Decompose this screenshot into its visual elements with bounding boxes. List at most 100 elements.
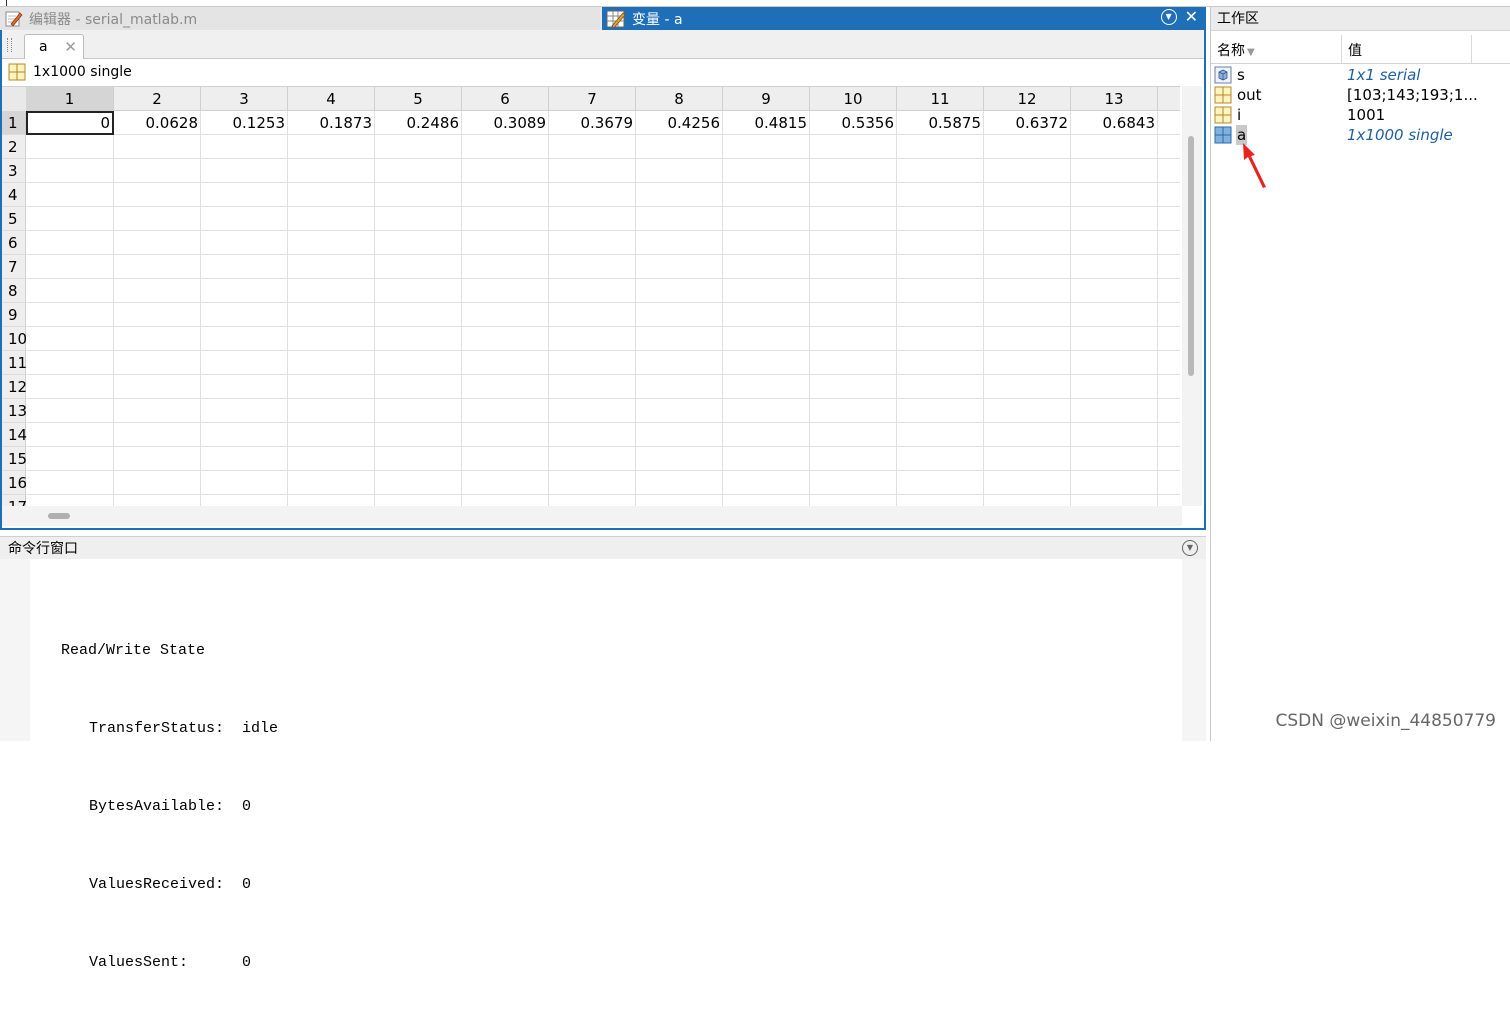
grid-cell[interactable] xyxy=(636,447,723,471)
grid-cell[interactable] xyxy=(636,279,723,303)
grid-cell[interactable] xyxy=(201,303,288,327)
grid-cell[interactable] xyxy=(984,231,1071,255)
grid-cell[interactable] xyxy=(462,231,549,255)
grid-cell[interactable] xyxy=(375,279,462,303)
row-header[interactable]: 2 xyxy=(2,135,26,159)
column-header[interactable]: 6 xyxy=(462,87,549,111)
workspace-row-i[interactable]: i 1001 xyxy=(1211,105,1510,125)
grid-cell[interactable] xyxy=(201,207,288,231)
grid-cell[interactable] xyxy=(288,351,375,375)
grid-cell[interactable] xyxy=(549,183,636,207)
grid-cell[interactable]: 0.2486 xyxy=(375,111,462,135)
grid-cell[interactable] xyxy=(114,351,201,375)
grid-cell[interactable] xyxy=(810,159,897,183)
column-header[interactable]: 4 xyxy=(288,87,375,111)
grid-cell[interactable] xyxy=(288,423,375,447)
grid-cell[interactable] xyxy=(897,135,984,159)
grid-cell[interactable] xyxy=(723,279,810,303)
column-divider[interactable] xyxy=(1471,35,1472,63)
panel-menu-icon[interactable]: ▼ xyxy=(1160,9,1177,25)
column-header[interactable]: 8 xyxy=(636,87,723,111)
grid-cell[interactable] xyxy=(462,375,549,399)
grid-cell[interactable] xyxy=(201,399,288,423)
grid-cell[interactable] xyxy=(984,159,1071,183)
grid-cell[interactable] xyxy=(723,183,810,207)
grid-cell[interactable] xyxy=(810,255,897,279)
grid-cell[interactable] xyxy=(549,327,636,351)
grid-cell[interactable] xyxy=(984,135,1071,159)
grid-cell[interactable] xyxy=(549,447,636,471)
grid-cell[interactable] xyxy=(984,447,1071,471)
grid-cell[interactable] xyxy=(1071,135,1158,159)
grid-cell[interactable] xyxy=(984,303,1071,327)
grid-cell[interactable] xyxy=(1071,327,1158,351)
grid-cell[interactable] xyxy=(549,255,636,279)
close-icon[interactable]: ✕ xyxy=(1185,9,1198,25)
row-header[interactable]: 3 xyxy=(2,159,26,183)
grid-cell[interactable] xyxy=(1158,231,1180,255)
grid-cell[interactable] xyxy=(26,375,114,399)
grid-cell[interactable] xyxy=(723,231,810,255)
grid-cell[interactable] xyxy=(201,159,288,183)
grid-cell[interactable] xyxy=(462,183,549,207)
grid-cell[interactable] xyxy=(810,351,897,375)
grid-cell[interactable] xyxy=(636,135,723,159)
grid-cell[interactable] xyxy=(1158,399,1180,423)
grid-cell[interactable] xyxy=(201,135,288,159)
grid-cell[interactable] xyxy=(114,375,201,399)
grid-cell[interactable] xyxy=(810,279,897,303)
grid-cell[interactable] xyxy=(462,399,549,423)
grid-cell[interactable] xyxy=(1158,471,1180,495)
grid-cell[interactable] xyxy=(26,447,114,471)
grid-cell[interactable] xyxy=(897,231,984,255)
grid-cell[interactable] xyxy=(201,351,288,375)
grid-cell[interactable] xyxy=(1071,423,1158,447)
grid-cell[interactable] xyxy=(1158,351,1180,375)
grid-cell[interactable] xyxy=(897,471,984,495)
grid-cell[interactable] xyxy=(984,279,1071,303)
grid-cell[interactable] xyxy=(375,471,462,495)
grid-cell[interactable] xyxy=(1158,255,1180,279)
row-header[interactable]: 13 xyxy=(2,399,27,423)
grid-cell[interactable] xyxy=(462,279,549,303)
grid-cell[interactable] xyxy=(1071,303,1158,327)
grid-cell[interactable] xyxy=(375,351,462,375)
tab-variable[interactable]: 变量 - a ▼ ✕ xyxy=(602,7,1206,30)
grid-cell[interactable] xyxy=(636,159,723,183)
grid-cell[interactable] xyxy=(375,423,462,447)
grid-cell[interactable] xyxy=(375,159,462,183)
grid-cell[interactable] xyxy=(201,327,288,351)
row-header[interactable]: 12 xyxy=(2,375,27,399)
column-header[interactable]: 2 xyxy=(114,87,201,111)
grid-cell[interactable] xyxy=(984,183,1071,207)
grid-cell[interactable] xyxy=(26,423,114,447)
grid-cell[interactable] xyxy=(201,279,288,303)
column-header[interactable]: 9 xyxy=(723,87,810,111)
grid-cell[interactable] xyxy=(288,399,375,423)
grid-cell[interactable] xyxy=(1158,183,1180,207)
grid-cell[interactable] xyxy=(114,423,201,447)
grid-cell[interactable] xyxy=(288,279,375,303)
data-grid[interactable]: 1 2 3 4 5 6 7 8 9 10 11 12 13 1 0 0.0628 0.1253 0.1873 0.2… xyxy=(2,86,1180,507)
grid-cell[interactable] xyxy=(636,231,723,255)
grid-cell[interactable] xyxy=(26,255,114,279)
grid-cell[interactable] xyxy=(288,159,375,183)
row-header[interactable]: 1 xyxy=(2,111,26,135)
vertical-scroll-thumb[interactable] xyxy=(1188,136,1194,376)
row-header[interactable]: 5 xyxy=(2,207,26,231)
row-header[interactable]: 6 xyxy=(2,231,26,255)
grid-cell[interactable]: 0.1253 xyxy=(201,111,288,135)
grid-cell[interactable] xyxy=(549,351,636,375)
grid-cell[interactable] xyxy=(897,423,984,447)
grid-cell[interactable] xyxy=(375,303,462,327)
grid-cell[interactable] xyxy=(1071,399,1158,423)
grid-cell[interactable] xyxy=(462,135,549,159)
grid-cell[interactable] xyxy=(375,399,462,423)
grid-cell[interactable] xyxy=(201,183,288,207)
grid-cell[interactable] xyxy=(114,399,201,423)
grid-cell[interactable] xyxy=(26,135,114,159)
grid-cell[interactable] xyxy=(984,327,1071,351)
grid-cell[interactable] xyxy=(549,159,636,183)
grid-cell[interactable] xyxy=(462,423,549,447)
column-header[interactable]: 13 xyxy=(1071,87,1158,111)
